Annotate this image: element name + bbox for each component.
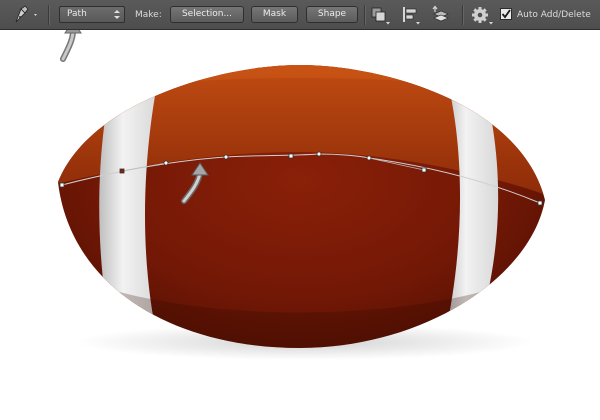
document-canvas[interactable]	[0, 30, 600, 420]
arrow-icon	[60, 30, 82, 62]
toolbar-separator	[48, 5, 50, 25]
chevron-updown-icon	[114, 10, 120, 19]
path-operations-icon[interactable]	[369, 0, 393, 30]
make-selection-button[interactable]: Selection...	[170, 6, 244, 23]
checkmark-icon	[501, 9, 511, 19]
gear-icon[interactable]	[470, 0, 496, 30]
auto-add-delete-checkbox[interactable]	[500, 8, 512, 20]
toolbar-separator	[364, 5, 366, 25]
toolbar-separator	[462, 5, 464, 25]
make-label: Make:	[135, 10, 162, 20]
make-mask-button[interactable]: Mask	[251, 6, 298, 23]
football-illustration	[58, 30, 545, 360]
path-alignment-icon[interactable]	[399, 0, 423, 30]
tool-mode-value: Path	[67, 9, 87, 19]
auto-add-delete-label: Auto Add/Delete	[517, 10, 591, 20]
options-bar: Path Make: Selection... Mask Shape Auto …	[0, 0, 600, 30]
path-arrangement-icon[interactable]	[429, 0, 453, 30]
make-shape-button[interactable]: Shape	[306, 6, 358, 23]
pen-tool-icon[interactable]	[12, 0, 40, 30]
tool-mode-select[interactable]: Path	[59, 6, 125, 23]
